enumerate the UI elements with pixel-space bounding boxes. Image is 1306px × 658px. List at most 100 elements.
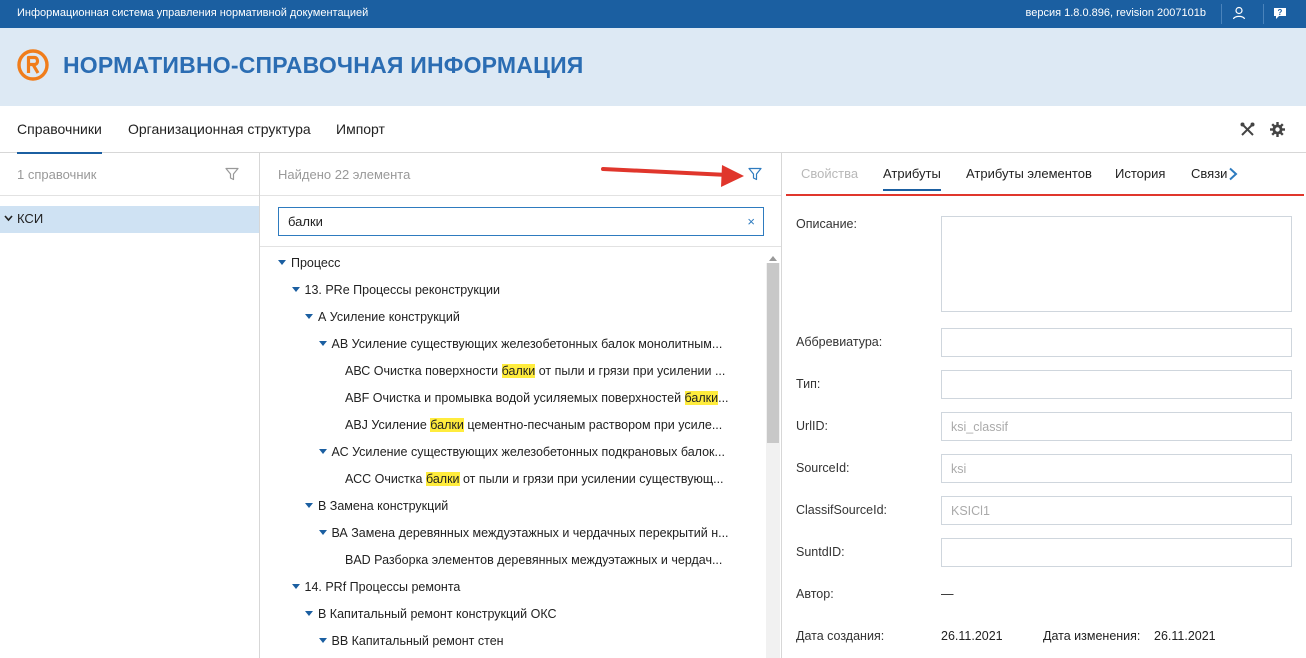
caret-down-icon[interactable]: [305, 503, 313, 509]
top-bar: Информационная система управления нормат…: [0, 0, 1306, 28]
tab-history[interactable]: История: [1115, 166, 1165, 181]
search-match-highlight: балки: [684, 391, 719, 405]
modified-date-value: 26.11.2021: [1154, 629, 1216, 643]
caret-down-icon[interactable]: [305, 611, 313, 617]
divider: [260, 246, 781, 247]
annotation-underline: [786, 194, 1304, 196]
gear-icon[interactable]: [1269, 121, 1286, 138]
tree-node[interactable]: ВВ Капитальный ремонт стен: [318, 634, 749, 656]
directory-item-ksi[interactable]: КСИ: [0, 206, 259, 233]
type-label: Тип:: [796, 377, 821, 391]
tree-node[interactable]: АВС Очистка поверхности балки от пыли и …: [345, 364, 748, 386]
tree-scrollbar[interactable]: [766, 263, 780, 658]
tree-node[interactable]: АСС Очистка балки от пыли и грязи при ус…: [345, 472, 748, 494]
tree-node-label: ABJ Усиление: [345, 418, 431, 432]
tab-properties[interactable]: Свойства: [801, 166, 858, 181]
tree-node-label: ВА Замена деревянных междуэтажных и черд…: [331, 526, 729, 540]
caret-down-icon[interactable]: [318, 449, 327, 455]
tree-node-label-rest: ...: [718, 391, 729, 405]
caret-down-icon[interactable]: [278, 260, 286, 266]
svg-text:?: ?: [1278, 8, 1283, 17]
caret-down-icon[interactable]: [318, 638, 327, 644]
filter-icon[interactable]: [224, 166, 240, 182]
suntdid-label: SuntdID:: [796, 545, 845, 559]
tree-node-label-rest: цементно-песчаным раствором при усиле...: [463, 418, 723, 432]
main-nav: Справочники Организационная структура Им…: [0, 106, 1306, 154]
tree-node-label: А Усиление конструкций: [318, 310, 460, 324]
user-icon[interactable]: [1231, 5, 1247, 21]
tree-node[interactable]: АС Усиление существующих железобетонных …: [318, 445, 749, 467]
tree-node-label-rest: от пыли и грязи при усилении ...: [535, 364, 726, 378]
modified-date-label: Дата изменения:: [1043, 629, 1141, 643]
tree-node-label-rest: от пыли и грязи при усилении существующ.…: [459, 472, 724, 486]
tree-node-label: BAD Разборка элементов деревянных междуэ…: [345, 553, 723, 567]
tree-node-label: АВС Очистка поверхности: [345, 364, 502, 378]
tree-node-label: Процесс: [291, 256, 341, 270]
scroll-up-icon[interactable]: [769, 256, 777, 261]
tree-node[interactable]: В Капитальный ремонт конструкций ОКС: [305, 607, 748, 629]
chevron-down-icon: [4, 215, 13, 222]
tree-node[interactable]: В Замена конструкций: [305, 499, 748, 521]
abbreviation-label: Аббревиатура:: [796, 335, 883, 349]
tools-icon[interactable]: [1239, 121, 1256, 138]
found-count: Найдено 22 элемента: [278, 167, 411, 182]
caret-down-icon[interactable]: [291, 287, 300, 293]
description-label: Описание:: [796, 217, 857, 231]
tree-node[interactable]: А Усиление конструкций: [305, 310, 748, 332]
chevron-right-icon[interactable]: [1228, 167, 1238, 181]
tab-directories[interactable]: Справочники: [17, 121, 102, 154]
elements-panel: Найдено 22 элемента × Процесс 13. PRe Про…: [260, 153, 782, 658]
caret-down-icon[interactable]: [305, 314, 313, 320]
tree-node-label: АСС Очистка: [345, 472, 426, 486]
tab-org-structure[interactable]: Организационная структура: [128, 121, 311, 137]
urlid-field[interactable]: ksi_classif: [941, 412, 1292, 441]
search-input[interactable]: [279, 208, 735, 235]
clear-search-button[interactable]: ×: [747, 214, 755, 229]
abbreviation-field[interactable]: [941, 328, 1292, 357]
details-tabs: Свойства Атрибуты Атрибуты элементов Ист…: [782, 153, 1306, 196]
tree-node[interactable]: АВ Усиление существующих железобетонных …: [318, 337, 749, 359]
tab-element-attributes[interactable]: Атрибуты элементов: [966, 166, 1092, 181]
type-field[interactable]: [941, 370, 1292, 399]
tree-node[interactable]: BAD Разборка элементов деревянных междуэ…: [345, 553, 748, 575]
directories-panel: 1 справочник КСИ: [0, 153, 260, 658]
elements-tree: Процесс 13. PRe Процессы реконструкции А У…: [260, 256, 765, 658]
tree-node[interactable]: 14. PRf Процессы ремонта: [291, 580, 749, 602]
classif-sourceid-label: ClassifSourceId:: [796, 503, 888, 517]
directory-item-label: КСИ: [17, 211, 44, 226]
tab-import[interactable]: Импорт: [336, 121, 385, 137]
page-title: НОРМАТИВНО-СПРАВОЧНАЯ ИНФОРМАЦИЯ: [63, 52, 584, 78]
classif-sourceid-field[interactable]: KSICl1: [941, 496, 1292, 525]
scrollbar-thumb[interactable]: [767, 263, 779, 443]
created-date-value: 26.11.2021: [941, 629, 1003, 643]
tree-node[interactable]: Процесс: [278, 256, 748, 278]
search-match-highlight: балки: [430, 418, 464, 432]
sourceid-field[interactable]: ksi: [941, 454, 1292, 483]
description-field[interactable]: [941, 216, 1292, 312]
help-chat-icon[interactable]: ?: [1272, 5, 1288, 21]
tree-node[interactable]: ABF Очистка и промывка водой усиляемых п…: [345, 391, 748, 413]
topbar-divider: [1263, 4, 1264, 24]
search-match-highlight: балки: [425, 472, 460, 486]
directories-panel-header: 1 справочник: [0, 153, 259, 196]
caret-down-icon[interactable]: [318, 341, 327, 347]
search-box: ×: [278, 207, 764, 236]
tree-node-label: АВ Усиление существующих железобетонных …: [331, 337, 723, 351]
annotation-arrow: [601, 165, 744, 187]
tree-node[interactable]: ABJ Усиление балки цементно-песчаным рас…: [345, 418, 748, 440]
caret-down-icon[interactable]: [291, 584, 300, 590]
tree-node-label: 14. PRf Процессы ремонта: [304, 580, 461, 594]
search-match-highlight: балки: [501, 364, 536, 378]
tree-node[interactable]: ВА Замена деревянных междуэтажных и черд…: [318, 526, 749, 548]
tab-attributes[interactable]: Атрибуты: [883, 166, 941, 191]
tree-node[interactable]: 13. PRe Процессы реконструкции: [291, 283, 749, 305]
page-header: НОРМАТИВНО-СПРАВОЧНАЯ ИНФОРМАЦИЯ: [0, 28, 1306, 106]
created-date-label: Дата создания:: [796, 629, 885, 643]
author-value: —: [941, 587, 954, 601]
tab-links[interactable]: Связи: [1191, 166, 1227, 181]
suntdid-field[interactable]: [941, 538, 1292, 567]
caret-down-icon[interactable]: [318, 530, 327, 536]
brand-logo-icon: [17, 49, 49, 81]
tree-node-label: В Капитальный ремонт конструкций ОКС: [318, 607, 557, 621]
sourceid-label: SourceId:: [796, 461, 850, 475]
